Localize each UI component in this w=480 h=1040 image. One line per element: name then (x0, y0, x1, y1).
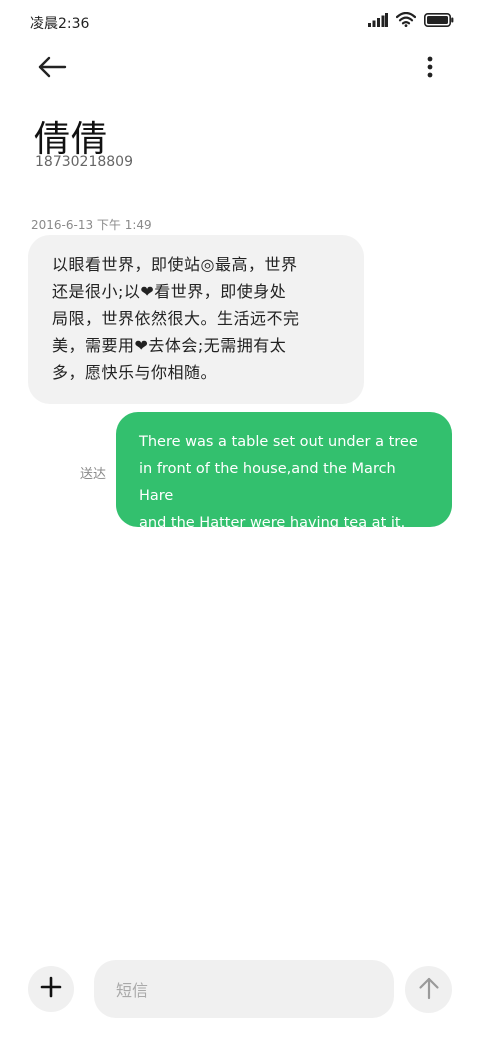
add-attachment-button[interactable] (28, 966, 74, 1012)
status-bar: 凌晨2:36 (0, 0, 480, 44)
send-button[interactable] (405, 966, 452, 1013)
message-line: 多，愿快乐与你相随。 (52, 363, 218, 382)
plus-icon (40, 976, 62, 1002)
status-time: 凌晨2:36 (30, 16, 90, 32)
message-line: 美，需要用❤去体会;无需拥有太 (52, 336, 287, 355)
signal-icon (368, 12, 388, 31)
sms-input-placeholder: 短信 (116, 981, 149, 1000)
contact-number: 18730218809 (35, 154, 133, 170)
arrow-left-icon (37, 56, 67, 82)
delivery-status: 送达 (80, 467, 107, 482)
message-line: in front of the house,and the March Hare (139, 461, 396, 504)
more-options-button[interactable] (418, 52, 442, 86)
arrow-up-icon (418, 976, 440, 1004)
message-timestamp: 2016-6-13 下午 1:49 (31, 218, 152, 232)
message-line: 以眼看世界，即使站◎最高，世界 (52, 255, 298, 274)
message-line: 局限，世界依然很大。生活远不完 (52, 309, 300, 328)
status-icons (368, 11, 454, 31)
message-line: and the Hatter were having tea at it. (139, 515, 406, 531)
more-vertical-icon (427, 56, 433, 82)
incoming-message-bubble[interactable]: 以眼看世界，即使站◎最高，世界 还是很小;以❤看世界，即使身处 局限，世界依然很… (28, 235, 364, 404)
wifi-icon (395, 11, 417, 31)
battery-icon (424, 12, 454, 31)
message-line: There was a table set out under a tree (139, 434, 418, 450)
outgoing-message-bubble[interactable]: There was a table set out under a tree i… (116, 412, 452, 531)
sms-input[interactable]: 短信 (94, 960, 394, 1018)
back-button[interactable] (32, 52, 72, 86)
message-line: 还是很小;以❤看世界，即使身处 (52, 282, 287, 301)
